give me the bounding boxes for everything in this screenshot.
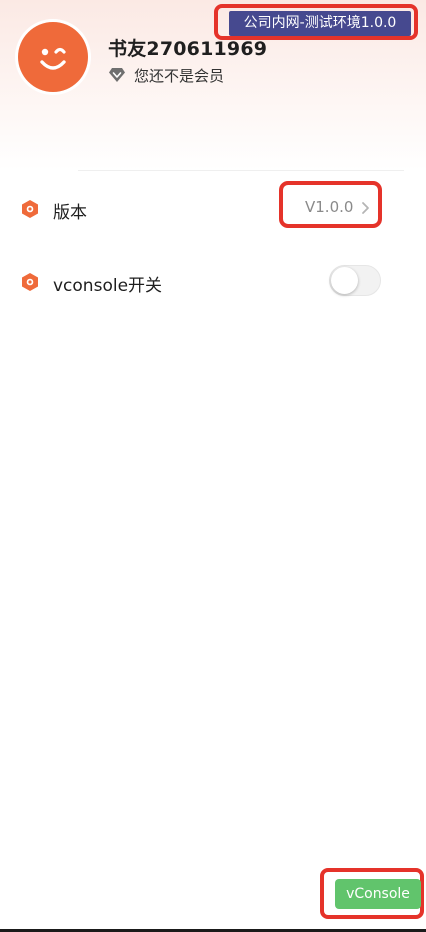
avatar[interactable] [18,22,88,92]
version-label: 版本 [53,203,87,223]
vip-status-text: 您还不是会员 [134,66,225,85]
version-value: V1.0.0 [305,198,354,216]
diamond-icon [109,68,125,82]
vconsole-label: vconsole开关 [53,276,163,296]
chevron-right-icon [362,202,369,214]
divider [78,170,404,171]
hexagon-icon [22,200,38,218]
hexagon-icon [22,273,38,291]
vip-status: 您还不是会员 [108,64,224,86]
smiley-face-icon [40,47,66,70]
toggle-knob [331,267,358,294]
vconsole-toggle[interactable] [329,265,381,296]
environment-badge: 公司内网-测试环境1.0.0 [229,11,411,36]
vconsole-button[interactable]: vConsole [335,879,421,909]
